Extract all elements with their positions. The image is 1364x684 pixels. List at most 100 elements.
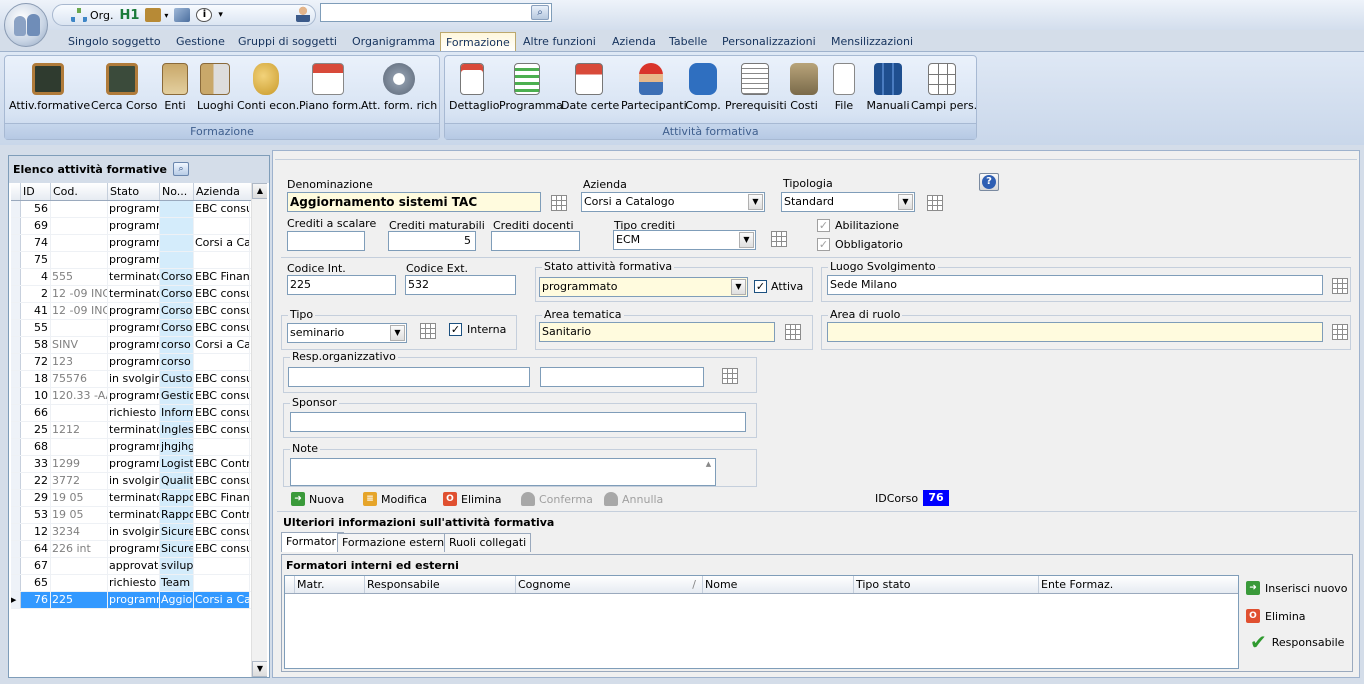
luogo-field[interactable]: Sede Milano [827, 275, 1323, 295]
formatori-grid[interactable]: Matr. Responsabile Cognome / Nome Tipo s… [284, 575, 1239, 669]
tab-organigramma[interactable]: Organigramma [347, 32, 440, 52]
tab-mensilizzazioni[interactable]: Mensilizzazioni [826, 32, 918, 52]
tab-altre-funzioni[interactable]: Altre funzioni [518, 32, 601, 52]
table-row[interactable]: 4 555 terminato Corso EBC Finan: [11, 269, 251, 286]
tab-tabelle[interactable]: Tabelle [664, 32, 712, 52]
resp-field-2[interactable] [540, 367, 704, 387]
sponsor-field[interactable] [290, 412, 746, 432]
crediti-docenti-field[interactable] [491, 231, 580, 251]
search-list-icon[interactable]: ⌕ [173, 162, 189, 176]
table-row[interactable]: 53 19 05 terminato Rappo EBC Contr [11, 507, 251, 524]
column-header-responsabile[interactable]: Responsabile [365, 576, 516, 593]
tab-singolo-soggetto[interactable]: Singolo soggetto [63, 32, 166, 52]
table-row[interactable]: 1875576in svolgimeCustorEBC consu [11, 371, 251, 388]
search-button[interactable]: ⌕ [531, 5, 549, 20]
denominazione-field[interactable]: Aggiornamento sistemi TAC [287, 192, 541, 212]
tab-personalizzazioni[interactable]: Personalizzazioni [717, 32, 821, 52]
resp-lookup-icon[interactable] [722, 368, 738, 384]
date-certe-button[interactable]: Date certe [561, 60, 619, 120]
tipo-crediti-select[interactable]: ECM ▼ [613, 230, 756, 250]
enti-button[interactable]: Enti [157, 60, 193, 120]
programma-button[interactable]: Programma [499, 60, 563, 120]
elimina-formatore-button[interactable]: O Elimina [1246, 609, 1306, 623]
partecipanti-button[interactable]: Partecipanti [621, 60, 687, 120]
table-row[interactable]: 72123programmcorso [11, 354, 251, 371]
tab-gruppi-di-soggetti[interactable]: Gruppi di soggetti [233, 32, 342, 52]
chevron-down-icon[interactable]: ▼ [731, 279, 746, 295]
elimina-button[interactable]: O Elimina [443, 492, 502, 506]
nuova-button[interactable]: ➜ Nuova [291, 492, 344, 506]
attiv-formative-button[interactable]: Attiv.formative [9, 60, 90, 120]
tab-azienda[interactable]: Azienda [607, 32, 661, 52]
crediti-scalare-field[interactable] [287, 231, 365, 251]
manuali-button[interactable]: Manuali [865, 60, 911, 120]
table-row[interactable]: 55 programmCorsoEBC consu [11, 320, 251, 337]
note-scroll-up-icon[interactable]: ▲ [703, 460, 714, 470]
info-button[interactable]: i [196, 6, 213, 24]
table-row[interactable]: 58SINVprogrammcorsoCorsi a Ca [11, 337, 251, 354]
table-row[interactable]: 66 richiesto Inform EBC consu [11, 405, 251, 422]
tab-gestione[interactable]: Gestione [171, 32, 230, 52]
modifica-button[interactable]: ≡ Modifica [363, 492, 427, 506]
column-header-nome[interactable]: No... [160, 183, 194, 200]
course-list-grid[interactable]: ID Cod. Stato No... Azienda 56 programm EB… [11, 183, 267, 677]
table-row[interactable]: 223772in svolgimeQualit:EBC consu [11, 473, 251, 490]
tipo-select[interactable]: seminario ▼ [287, 323, 407, 343]
org-chart-button[interactable]: Org. [71, 6, 113, 24]
area-tematica-lookup-icon[interactable] [785, 324, 801, 340]
chevron-down-icon[interactable]: ▼ [390, 325, 405, 341]
column-header-azienda[interactable]: Azienda [194, 183, 251, 200]
area-ruolo-lookup-icon[interactable] [1332, 324, 1348, 340]
attiva-checkbox[interactable]: ✓ [754, 280, 767, 293]
table-row[interactable]: ▶76225programmAggiorCorsi a Ca [11, 592, 251, 609]
resp-field-1[interactable] [288, 367, 530, 387]
column-header-ente-formaz[interactable]: Ente Formaz. [1039, 576, 1238, 593]
codice-int-field[interactable]: 225 [287, 275, 396, 295]
file-button[interactable]: File [829, 60, 859, 120]
h1-button[interactable]: H1 [119, 6, 139, 24]
column-header-cognome[interactable]: Cognome / [516, 576, 703, 593]
tipo-lookup-icon[interactable] [420, 323, 436, 339]
column-header-tipo-stato[interactable]: Tipo stato [854, 576, 1039, 593]
conferma-button[interactable]: Conferma [521, 492, 593, 506]
tab-formazione-esterna[interactable]: Formazione esterna [337, 533, 456, 552]
area-ruolo-field[interactable] [827, 322, 1323, 342]
table-row[interactable]: 68 programmjhgjhg [11, 439, 251, 456]
table-row[interactable]: 2 12 -09 ING terminato Corso EBC consu [11, 286, 251, 303]
table-row[interactable]: 29 19 05 terminato Rappo EBC Finan: [11, 490, 251, 507]
codice-ext-field[interactable]: 532 [405, 275, 516, 295]
app-logo[interactable] [4, 3, 48, 47]
customize-toolbar-button[interactable]: ▾ [218, 6, 223, 24]
help-button[interactable]: ? [979, 173, 999, 191]
area-tematica-field[interactable]: Sanitario [539, 322, 775, 342]
scroll-down-icon[interactable]: ▼ [252, 661, 267, 677]
azienda-select[interactable]: Corsi a Catalogo ▼ [581, 192, 765, 212]
search-input[interactable]: ⌕ [320, 3, 552, 22]
comp-button[interactable]: Comp. [685, 60, 721, 120]
note-field[interactable] [290, 458, 716, 486]
crediti-maturabili-field[interactable]: 5 [388, 231, 476, 251]
table-row[interactable]: 4112 -09 INGprogrammCorsoEBC consu [11, 303, 251, 320]
column-header-id[interactable]: ID [21, 183, 51, 200]
abilitazione-checkbox[interactable]: ✓ [817, 219, 830, 232]
column-header-stato[interactable]: Stato [108, 183, 160, 200]
table-row[interactable]: 65 richiesto Team [11, 575, 251, 592]
piano-form-button[interactable]: Piano form. [299, 60, 362, 120]
table-row[interactable]: 69 programm [11, 218, 251, 235]
tab-ruoli-collegati[interactable]: Ruoli collegati [444, 533, 532, 552]
obbligatorio-checkbox[interactable]: ✓ [817, 238, 830, 251]
table-row[interactable]: 25 1212 terminato Ingles EBC consu [11, 422, 251, 439]
att-form-rich-button[interactable]: Att. form. rich [361, 60, 437, 120]
annulla-button[interactable]: Annulla [604, 492, 663, 506]
table-row[interactable]: 64226 intprogrammSicureEBC consu [11, 541, 251, 558]
luoghi-button[interactable]: Luoghi [197, 60, 234, 120]
tab-formazione[interactable]: Formazione [440, 32, 516, 52]
table-row[interactable]: 56 programm EBC consu [11, 201, 251, 218]
prerequisiti-button[interactable]: Prerequisiti [725, 60, 787, 120]
costi-button[interactable]: Costi [789, 60, 819, 120]
campi-pers-button[interactable]: Campi pers. [911, 60, 977, 120]
conti-econ-button[interactable]: Conti econ. [237, 60, 299, 120]
column-header-cod[interactable]: Cod. [51, 183, 108, 200]
tipo-crediti-lookup-icon[interactable] [771, 231, 787, 247]
scroll-up-icon[interactable]: ▲ [252, 183, 267, 199]
